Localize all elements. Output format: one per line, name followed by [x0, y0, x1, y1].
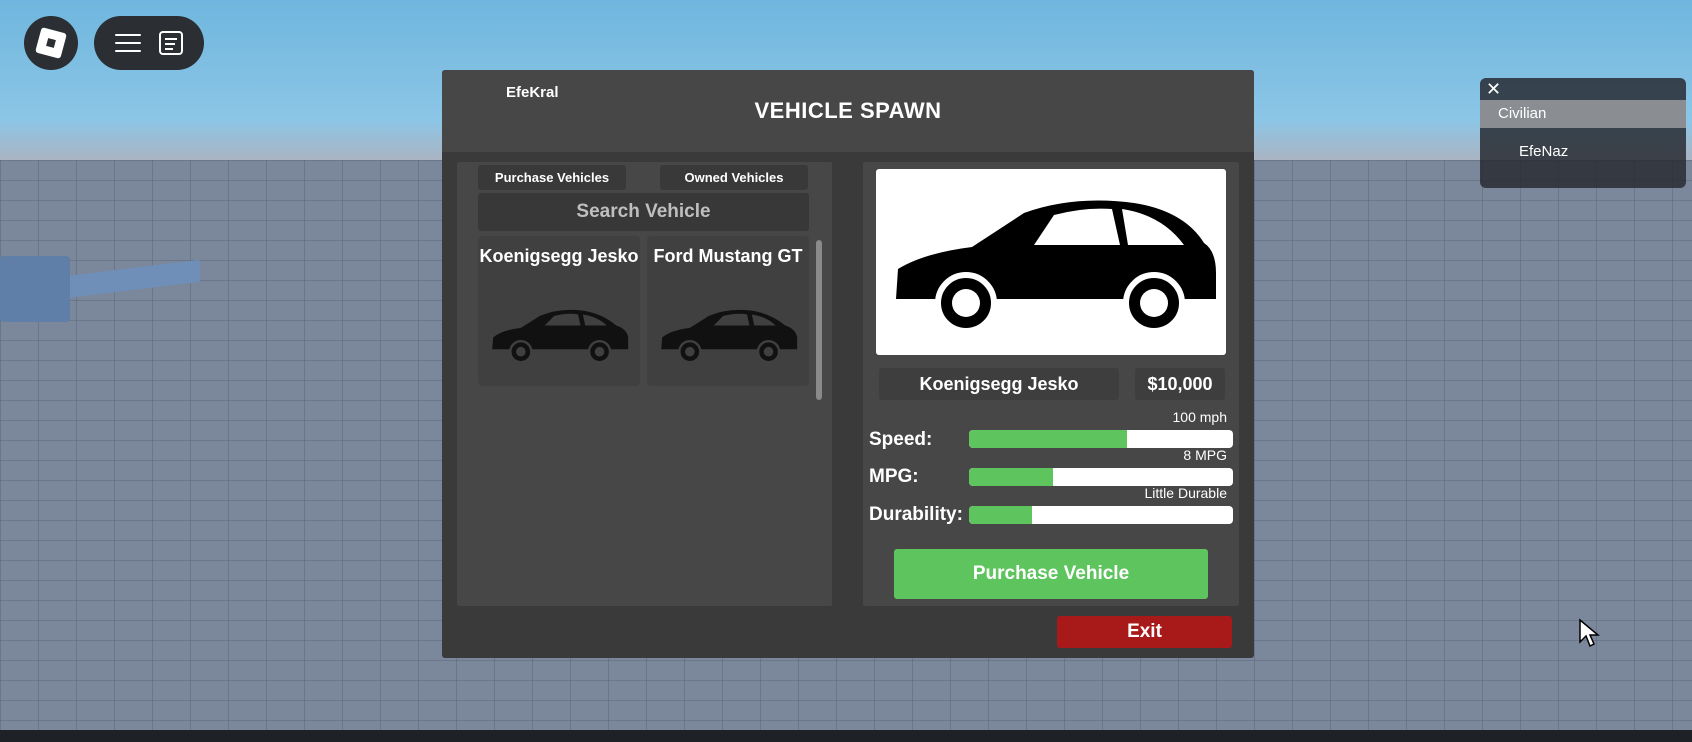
- roblox-menu-button[interactable]: [24, 16, 78, 70]
- speed-bar: [969, 430, 1233, 448]
- durability-value: Little Durable: [1144, 485, 1228, 501]
- vehicle-card-mustang[interactable]: Ford Mustang GT: [647, 236, 809, 386]
- tab-purchase-vehicles[interactable]: Purchase Vehicles: [478, 165, 626, 190]
- vehicle-spawn-modal: EfeKral VEHICLE SPAWN Purchase Vehicles …: [442, 70, 1254, 658]
- team-header: Civilian: [1480, 100, 1686, 128]
- speed-value: 100 mph: [1172, 409, 1227, 425]
- car-silhouette-icon: [896, 200, 1216, 334]
- durability-label: Durability:: [869, 504, 963, 525]
- modal-header: EfeKral VEHICLE SPAWN: [442, 70, 1254, 152]
- vehicle-details-panel: Koenigsegg Jesko $10,000 100 mph Speed: …: [863, 162, 1239, 606]
- roblox-logo-icon: [35, 27, 67, 59]
- speed-bar-fill: [969, 430, 1128, 448]
- modal-title: VEHICLE SPAWN: [754, 98, 942, 123]
- vehicle-card-name: Ford Mustang GT: [653, 246, 803, 266]
- exit-button[interactable]: Exit: [1057, 616, 1232, 648]
- mpg-value: 8 MPG: [1183, 447, 1227, 463]
- purchase-vehicle-button[interactable]: Purchase Vehicle: [894, 549, 1208, 599]
- vehicle-list-panel: Purchase Vehicles Owned Vehicles Search …: [457, 162, 832, 606]
- chat-icon[interactable]: [159, 31, 183, 55]
- airplane-body: [0, 256, 70, 322]
- speed-label: Speed:: [869, 429, 933, 450]
- search-input[interactable]: Search Vehicle: [478, 193, 809, 231]
- durability-bar: [969, 506, 1233, 524]
- vehicle-card-name: Koenigsegg Jesko: [479, 246, 639, 266]
- bottom-bar: [0, 730, 1692, 742]
- mpg-label: MPG:: [869, 466, 919, 487]
- selected-vehicle-name: Koenigsegg Jesko: [879, 368, 1119, 400]
- mpg-bar: [969, 468, 1233, 486]
- scrollbar-thumb[interactable]: [816, 240, 822, 400]
- car-silhouette-icon: [492, 309, 629, 364]
- hamburger-menu-icon[interactable]: [115, 33, 141, 53]
- team-list-panel: ✕ Civilian EfeNaz: [1480, 78, 1686, 188]
- vehicle-list-scrollbar[interactable]: [816, 240, 822, 400]
- mouse-cursor-icon: [1579, 618, 1600, 648]
- top-controls: [94, 16, 204, 70]
- car-silhouette-icon: [661, 309, 798, 364]
- close-icon[interactable]: ✕: [1486, 81, 1504, 99]
- selected-vehicle-price: $10,000: [1135, 368, 1225, 400]
- mpg-bar-fill: [969, 468, 1054, 486]
- team-player: EfeNaz: [1519, 143, 1569, 160]
- durability-bar-fill: [969, 506, 1033, 524]
- tab-owned-vehicles[interactable]: Owned Vehicles: [660, 165, 808, 190]
- vehicle-preview: [876, 169, 1226, 355]
- vehicle-card-koenigsegg[interactable]: Koenigsegg Jesko: [478, 236, 640, 386]
